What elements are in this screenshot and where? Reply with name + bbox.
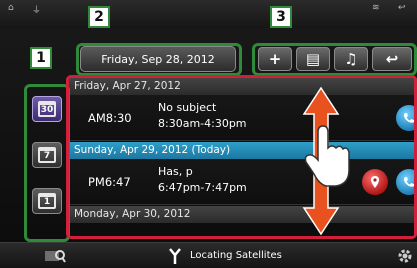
home-icon[interactable]: ⌂ [8,3,14,13]
navigation-search-icon[interactable] [44,248,66,264]
calendar-screen: ⌂ ⏚ ≋ ↩ Friday, Sep 28, 2012 + ▤ ♫ ↩ 30 … [0,0,417,268]
toolbar-frame [252,43,417,76]
callout-1: 1 [30,47,52,69]
status-bar: ⌂ ⏚ ≋ ↩ [0,0,417,28]
satellite-antenna-icon [168,247,182,265]
callout-3: 3 [270,6,292,28]
back-icon[interactable]: ↩ [398,3,406,13]
usb-icon: ⏚ [32,6,42,16]
scroll-area-frame [66,75,417,239]
callout-2: 2 [88,6,110,28]
gps-status-label: Locating Satellites [190,250,282,261]
bottom-bar: Locating Satellites [0,242,417,268]
gear-icon[interactable] [396,247,414,265]
view-mode-frame [24,84,70,242]
wifi-icon: ≋ [372,3,380,13]
date-frame [76,43,242,76]
